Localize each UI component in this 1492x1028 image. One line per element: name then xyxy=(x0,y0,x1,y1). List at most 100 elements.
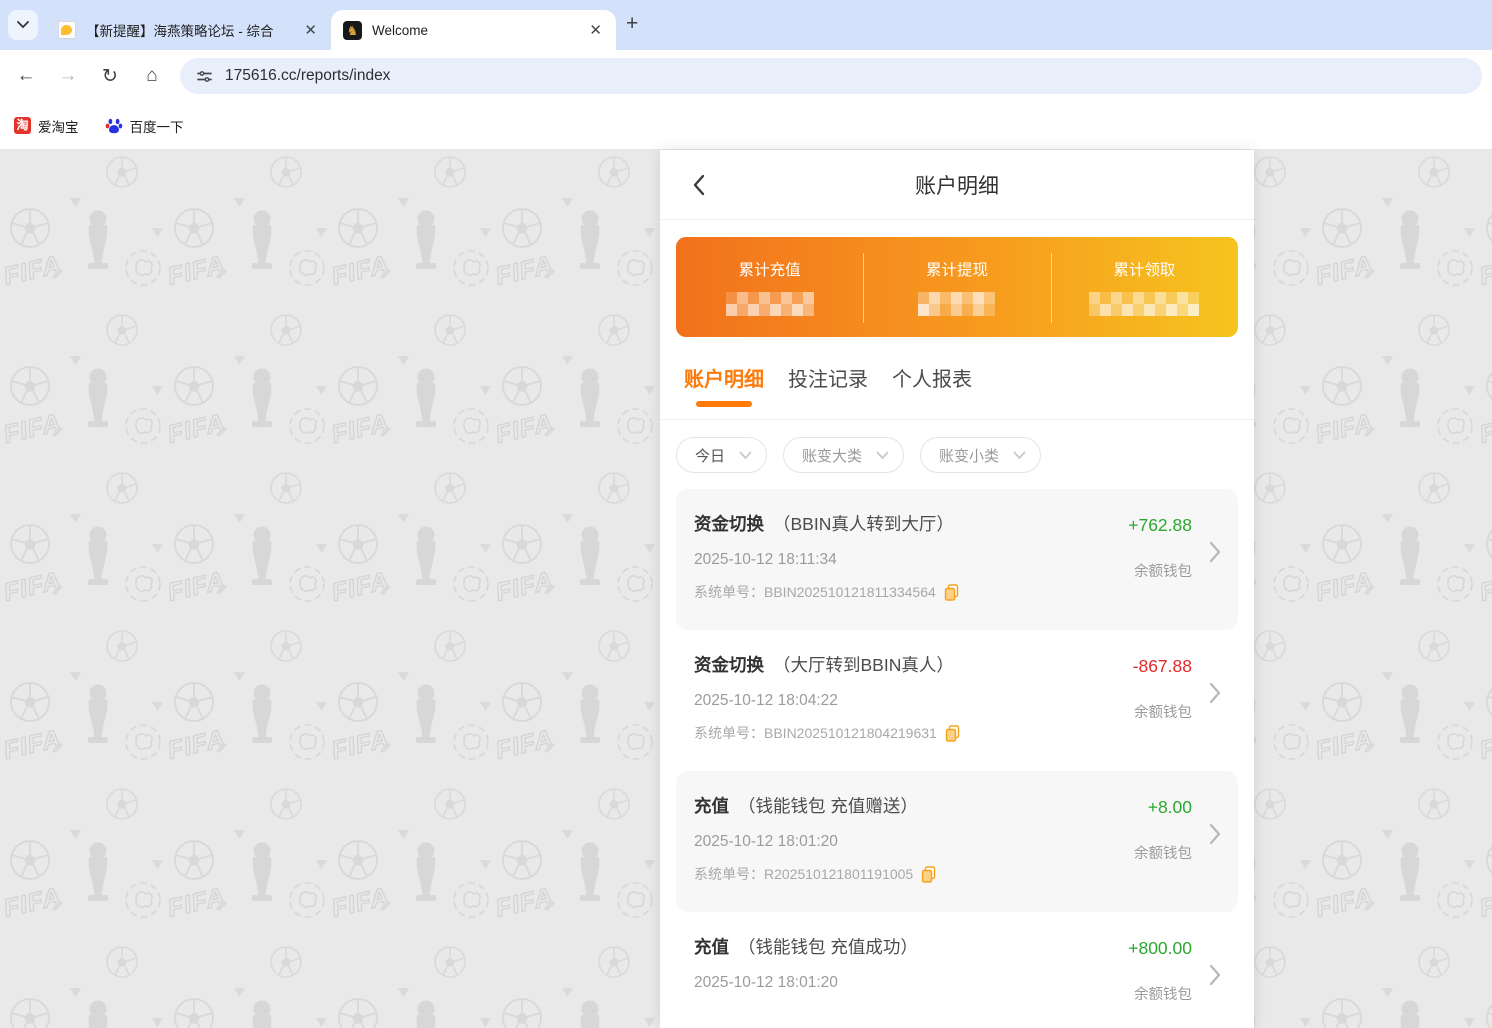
wallet-label: 余额钱包 xyxy=(1134,564,1192,580)
address-bar[interactable]: 175616.cc/reports/index xyxy=(180,58,1482,94)
chevron-down-icon xyxy=(17,21,29,29)
transaction-row[interactable]: 资金切换 （大厅转到BBIN真人） 2025-10-12 18:04:22 系统单… xyxy=(676,630,1238,771)
stat-label: 累计提现 xyxy=(925,262,988,279)
wallet-label: 余额钱包 xyxy=(1134,846,1192,862)
order-label: 系统单号： xyxy=(694,725,764,741)
stat-label: 累计领取 xyxy=(1113,262,1176,279)
tab-welcome[interactable]: ♞ Welcome ✕ xyxy=(331,10,616,50)
bookmark-label: 爱淘宝 xyxy=(38,119,79,135)
tab-label: 投注记录 xyxy=(788,369,868,391)
reload-button[interactable]: ↻ xyxy=(94,60,126,92)
filter-label: 今日 xyxy=(695,447,726,465)
tab-forum[interactable]: 【新提醒】海燕策略论坛 - 综合 ✕ xyxy=(46,10,331,50)
totals-card: 累计充值 累计提现 累计领取 xyxy=(676,237,1238,337)
filter-dropdown[interactable]: 账变大类 xyxy=(783,437,905,473)
bookmark-taobao[interactable]: 淘 爱淘宝 xyxy=(14,116,79,136)
stat-column: 累计领取 xyxy=(1050,237,1238,337)
back-icon[interactable] xyxy=(688,170,709,205)
chevron-down-icon xyxy=(1013,451,1026,459)
bookmark-baidu[interactable]: 百度一下 xyxy=(105,116,184,136)
tab-title: Welcome xyxy=(372,22,429,38)
order-number: BBIN202510121804219631 xyxy=(764,725,937,741)
transaction-order: 系统单号： BBIN202510121811334564 xyxy=(694,582,1220,602)
taobao-icon: 淘 xyxy=(14,117,31,134)
panel-header: 账户明细 xyxy=(660,150,1254,220)
transaction-type: 资金切换 xyxy=(694,655,764,675)
transaction-detail: （大厅转到BBIN真人） xyxy=(773,655,954,675)
active-tab-underline xyxy=(904,401,960,407)
filter-label: 账变大类 xyxy=(802,447,863,465)
masked-value xyxy=(918,292,996,316)
transaction-amount-block: -867.88 余额钱包 xyxy=(1133,656,1192,722)
browser-toolbar: ← → ↻ ⌂ 175616.cc/reports/index xyxy=(0,50,1492,102)
report-tabs: 账户明细 投注记录 个人报表 xyxy=(660,337,1254,420)
new-tab-button[interactable]: + xyxy=(626,12,638,36)
forum-favicon xyxy=(58,21,76,39)
filter-dropdown[interactable]: 账变小类 xyxy=(920,437,1042,473)
transaction-type: 资金切换 xyxy=(694,514,764,534)
bookmarks-bar: 淘 爱淘宝 百度一下 xyxy=(0,102,1492,150)
transaction-detail: （钱能钱包 充值成功） xyxy=(738,937,918,957)
transaction-amount: +800.00 xyxy=(1128,938,1192,958)
filter-dropdown[interactable]: 今日 xyxy=(676,437,768,473)
transaction-amount: -867.88 xyxy=(1132,656,1192,676)
masked-value xyxy=(1089,292,1200,316)
transaction-type: 充值 xyxy=(694,937,729,957)
active-tab-underline xyxy=(800,401,856,407)
chevron-right-icon xyxy=(1209,823,1222,850)
welcome-favicon: ♞ xyxy=(343,20,362,40)
tab-search-button[interactable] xyxy=(8,10,38,40)
transaction-type: 充值 xyxy=(694,796,729,816)
stat-label: 累计充值 xyxy=(738,262,801,279)
transaction-amount-block: +800.00 余额钱包 xyxy=(1128,938,1192,1004)
transaction-amount: +762.88 xyxy=(1128,515,1192,535)
transaction-row[interactable]: 资金切换 （BBIN真人转到大厅） 2025-10-12 18:11:34 系统单… xyxy=(676,489,1238,630)
masked-value xyxy=(725,292,814,316)
copy-icon[interactable] xyxy=(945,724,960,742)
order-number: BBIN202510121811334564 xyxy=(764,584,936,600)
tab-strip: 【新提醒】海燕策略论坛 - 综合 ✕ ♞ Welcome ✕ + xyxy=(0,0,1492,50)
filter-label: 账变小类 xyxy=(939,447,1000,465)
forward-button[interactable]: → xyxy=(52,60,84,92)
stat-column: 累计充值 xyxy=(676,237,863,337)
transaction-amount: +8.00 xyxy=(1147,797,1192,817)
chevron-right-icon xyxy=(1209,682,1222,709)
wallet-label: 余额钱包 xyxy=(1134,705,1192,721)
baidu-paw-icon xyxy=(105,117,123,135)
url-text: 175616.cc/reports/index xyxy=(225,67,391,84)
site-settings-icon[interactable] xyxy=(196,68,213,85)
order-number: R202510121801191005 xyxy=(764,866,914,882)
transaction-amount-block: +762.88 余额钱包 xyxy=(1128,515,1192,581)
copy-icon[interactable] xyxy=(944,583,959,601)
filter-bar: 今日 账变大类 账变小类 xyxy=(660,420,1254,489)
tab-个人报表[interactable]: 个人报表 xyxy=(892,363,972,419)
order-label: 系统单号： xyxy=(694,866,764,882)
stat-column: 累计提现 xyxy=(863,237,1050,337)
chevron-right-icon xyxy=(1209,964,1222,991)
chevron-down-icon xyxy=(739,451,752,459)
transaction-order: 系统单号： R202510121801191005 xyxy=(694,864,1220,884)
wallet-label: 余额钱包 xyxy=(1134,987,1192,1003)
copy-icon[interactable] xyxy=(921,865,936,883)
bookmark-label: 百度一下 xyxy=(129,119,184,135)
close-tab-icon[interactable]: ✕ xyxy=(585,21,606,39)
tab-label: 账户明细 xyxy=(684,369,764,391)
home-button[interactable]: ⌂ xyxy=(136,60,168,92)
back-button[interactable]: ← xyxy=(10,60,42,92)
transaction-detail: （BBIN真人转到大厅） xyxy=(773,514,954,534)
chevron-down-icon xyxy=(876,451,889,459)
active-tab-underline xyxy=(696,401,752,407)
tab-title: 【新提醒】海燕策略论坛 - 综合 xyxy=(86,24,274,39)
tab-投注记录[interactable]: 投注记录 xyxy=(788,363,868,419)
transaction-row[interactable]: 充值（钱能钱包 充值成功） 2025-10-12 18:01:20 系统单号： … xyxy=(676,912,1238,1028)
tab-账户明细[interactable]: 账户明细 xyxy=(684,363,764,419)
tab-label: 个人报表 xyxy=(892,369,972,391)
transaction-row[interactable]: 充值 （钱能钱包 充值赠送） 2025-10-12 18:01:20 系统单号： R… xyxy=(676,771,1238,912)
browser-window: 【新提醒】海燕策略论坛 - 综合 ✕ ♞ Welcome ✕ + ← → ↻ ⌂… xyxy=(0,0,1492,1028)
close-tab-icon[interactable]: ✕ xyxy=(300,21,321,39)
account-detail-panel: 账户明细 累计充值 累计提现 累计领取 账户明细 投注记录 个人报表 今日 账变大类 账变小… xyxy=(660,150,1254,1028)
order-label: 系统单号： xyxy=(694,584,764,600)
transaction-order: 系统单号： BBIN202510121804219631 xyxy=(694,723,1220,743)
transaction-detail: （钱能钱包 充值赠送） xyxy=(738,796,918,816)
transaction-amount-block: +8.00 余额钱包 xyxy=(1134,797,1192,863)
